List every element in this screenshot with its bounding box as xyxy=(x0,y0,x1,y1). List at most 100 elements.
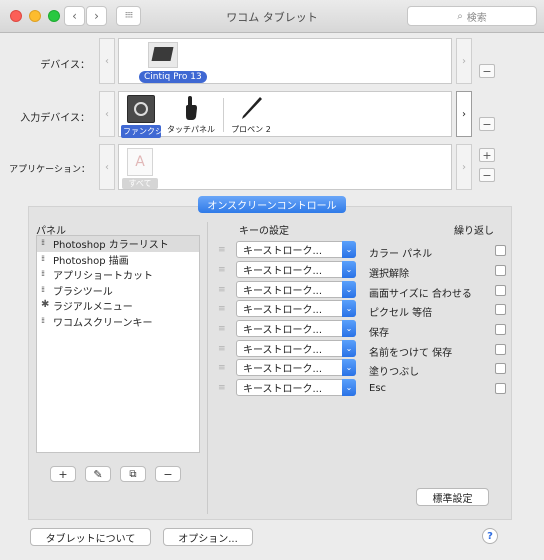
add-application-button[interactable]: + xyxy=(479,148,495,162)
pencil-icon: ✎ xyxy=(93,467,103,481)
key-select[interactable]: キーストローク... ⌄ xyxy=(236,281,356,298)
key-select[interactable]: キーストローク... ⌄ xyxy=(236,359,356,376)
repeat-checkbox[interactable] xyxy=(495,363,506,374)
chevron-down-icon: ⌄ xyxy=(342,359,356,376)
drag-handle-icon[interactable]: ≡ xyxy=(218,363,228,373)
remove-input-device-button[interactable]: − xyxy=(479,117,495,131)
action-label: 塗りつぶし xyxy=(369,367,420,378)
list-item-label: Photoshop 描画 xyxy=(53,255,129,267)
applications-strip: A すべて xyxy=(118,144,452,190)
application-item-all[interactable]: A すべて xyxy=(122,148,158,189)
applications-label: アプリケーション： xyxy=(9,165,90,175)
input-device-touch-label: タッチパネル xyxy=(167,125,215,134)
drag-handle-icon[interactable]: ≡ xyxy=(218,383,228,393)
key-select[interactable]: キーストローク... ⌄ xyxy=(236,320,356,337)
remove-panel-button[interactable]: − xyxy=(155,466,181,482)
chevron-down-icon: ⌄ xyxy=(342,300,356,317)
key-row: ≡ キーストローク... ⌄ xyxy=(218,241,356,258)
application-all-label: すべて xyxy=(122,178,158,189)
repeat-checkbox[interactable] xyxy=(495,265,506,276)
list-item[interactable]: ⁞⁞ Photoshop 描画 xyxy=(37,252,199,268)
chevron-right-icon: › xyxy=(462,55,466,67)
chevron-right-icon: › xyxy=(462,108,466,120)
function-icon xyxy=(127,95,155,123)
key-select[interactable]: キーストローク... ⌄ xyxy=(236,241,356,258)
action-label: Esc xyxy=(369,383,387,394)
repeat-checkbox[interactable] xyxy=(495,344,506,355)
remove-application-button[interactable]: − xyxy=(479,168,495,182)
options-button[interactable]: オプション... xyxy=(163,528,253,546)
drag-handle-icon[interactable]: ≡ xyxy=(218,285,228,295)
key-row: ≡ キーストローク... ⌄ xyxy=(218,320,356,337)
key-select[interactable]: キーストローク... ⌄ xyxy=(236,261,356,278)
key-row: ≡ キーストローク... ⌄ xyxy=(218,261,356,278)
key-settings-header: キーの設定 xyxy=(239,226,289,237)
key-select-value: キーストローク... xyxy=(243,325,323,336)
input-device-function[interactable]: ファンクション xyxy=(121,95,179,138)
radial-icon: ✱ xyxy=(41,299,49,311)
input-devices-label: 入力デバイス： xyxy=(20,113,90,124)
key-select-value: キーストローク... xyxy=(243,305,323,316)
input-device-pen[interactable]: プロペン 2 xyxy=(229,95,273,135)
list-item[interactable]: ⁞⁞ ブラシツール xyxy=(37,283,199,299)
devices-scroll-left[interactable]: ‹ xyxy=(99,38,115,84)
key-select[interactable]: キーストローク... ⌄ xyxy=(236,300,356,317)
key-select[interactable]: キーストローク... ⌄ xyxy=(236,340,356,357)
repeat-checkbox[interactable] xyxy=(495,304,506,315)
grid-icon: ⁞⁞ xyxy=(41,269,45,279)
key-row: ≡ キーストローク... ⌄ xyxy=(218,340,356,357)
strip-divider xyxy=(223,98,224,132)
remove-device-button[interactable]: − xyxy=(479,64,495,78)
input-devices-scroll-right[interactable]: › xyxy=(456,91,472,137)
repeat-checkbox[interactable] xyxy=(495,285,506,296)
key-row: ≡ キーストローク... ⌄ xyxy=(218,281,356,298)
input-device-pen-label: プロペン 2 xyxy=(231,125,271,134)
action-label: カラー パネル xyxy=(369,249,433,260)
edit-panel-button[interactable]: ✎ xyxy=(85,466,111,482)
list-item[interactable]: ⁞⁞ アプリショートカット xyxy=(37,267,199,283)
list-item[interactable]: ⁞⁞ ワコムスクリーンキー xyxy=(37,314,199,330)
input-devices-scroll-left[interactable]: ‹ xyxy=(99,91,115,137)
panel-list[interactable]: ⁞⁞ Photoshop カラーリスト ⁞⁞ Photoshop 描画 ⁞⁞ アプリシ… xyxy=(36,235,200,453)
repeat-checkbox[interactable] xyxy=(495,324,506,335)
key-select[interactable]: キーストローク... ⌄ xyxy=(236,379,356,396)
input-device-function-label: ファンクション xyxy=(121,125,179,138)
drag-handle-icon[interactable]: ≡ xyxy=(218,304,228,314)
add-panel-button[interactable]: + xyxy=(50,466,76,482)
repeat-header: 繰り返し xyxy=(454,226,494,237)
drag-handle-icon[interactable]: ≡ xyxy=(218,265,228,275)
tab-onscreen-controls[interactable]: オンスクリーンコントロール xyxy=(198,196,346,213)
search-field[interactable]: ⌕ 検索 xyxy=(407,6,537,26)
chevron-right-icon: › xyxy=(462,161,466,173)
chevron-down-icon: ⌄ xyxy=(342,261,356,278)
applications-scroll-left[interactable]: ‹ xyxy=(99,144,115,190)
duplicate-panel-button[interactable]: ⧉ xyxy=(120,466,146,482)
repeat-checkbox[interactable] xyxy=(495,383,506,394)
devices-scroll-right[interactable]: › xyxy=(456,38,472,84)
key-select-value: キーストローク... xyxy=(243,364,323,375)
drag-handle-icon[interactable]: ≡ xyxy=(218,245,228,255)
input-device-touch[interactable]: タッチパネル xyxy=(165,95,217,135)
drag-handle-icon[interactable]: ≡ xyxy=(218,344,228,354)
applications-scroll-right[interactable]: › xyxy=(456,144,472,190)
key-select-value: キーストローク... xyxy=(243,345,323,356)
chevron-left-icon: ‹ xyxy=(105,161,109,173)
device-item[interactable]: Cintiq Pro 13 xyxy=(139,42,207,83)
key-row: ≡ キーストローク... ⌄ xyxy=(218,300,356,317)
key-select-value: キーストローク... xyxy=(243,384,323,395)
grid-icon: ⁞⁞ xyxy=(41,238,45,248)
drag-handle-icon[interactable]: ≡ xyxy=(218,324,228,334)
chevron-down-icon: ⌄ xyxy=(342,281,356,298)
about-tablet-button[interactable]: タブレットについて xyxy=(30,528,151,546)
input-devices-strip: ファンクション タッチパネル プロペン 2 xyxy=(118,91,452,138)
grid-icon: ⁞⁞ xyxy=(41,284,45,294)
help-button[interactable]: ? xyxy=(482,528,498,544)
duplicate-icon: ⧉ xyxy=(129,468,137,480)
repeat-checkbox[interactable] xyxy=(495,245,506,256)
list-item-label: ラジアルメニュー xyxy=(53,302,133,314)
action-label: 名前をつけて 保存 xyxy=(369,348,453,359)
list-item[interactable]: ✱ ラジアルメニュー xyxy=(37,298,199,314)
tablet-icon xyxy=(148,42,178,68)
default-button[interactable]: 標準設定 xyxy=(416,488,489,506)
list-item[interactable]: ⁞⁞ Photoshop カラーリスト xyxy=(37,236,199,252)
